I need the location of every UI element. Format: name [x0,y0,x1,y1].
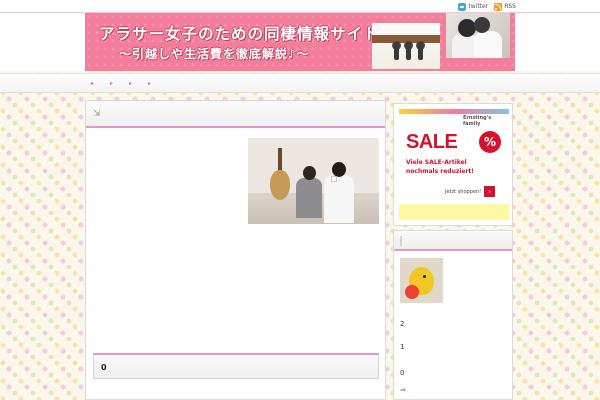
sidebar-number: 2 [400,320,405,328]
nav-item[interactable]: ▸ [107,79,116,88]
key-icon [418,42,423,60]
person-body [296,178,322,218]
nav-item[interactable]: ▸ [126,79,135,88]
ad-button-label: Jetzt shoppen! [445,188,482,195]
rss-icon [494,2,503,11]
chick-image[interactable] [400,258,443,303]
more-link-icon[interactable]: ⇒ [400,386,406,394]
chick-eye [423,275,426,278]
sidebar-ad-widget: Ernsting's family SALE % Viele SALE-Arti… [393,103,513,226]
ad-logo: Ernsting's family [463,115,492,127]
ad-banner[interactable]: Ernsting's family SALE % Viele SALE-Arti… [399,109,509,220]
comment-count: 0 [101,363,107,372]
sidebar-number: 1 [400,343,405,351]
rss-label: RSS [504,3,516,10]
keys-image [372,23,440,69]
key-icon [394,42,399,60]
divider-icon [400,236,402,246]
twitter-icon [458,2,467,11]
site-title: アラサー女子のための同棲情報サイト [99,25,380,43]
person-head [303,166,316,180]
person-head [458,19,476,37]
global-nav: ▸ ▸ ▸ ▸ [0,73,600,93]
person-body [324,175,354,223]
ad-sale-text: SALE [406,131,458,153]
nav-item[interactable]: ▸ [88,79,97,88]
guitar [270,170,290,200]
person-body [474,31,502,58]
sidebar-widget: 2 1 0 ⇒ [393,230,513,400]
nav-items: ▸ ▸ ▸ ▸ [88,79,154,88]
site-banner[interactable]: アラサー女子のための同棲情報サイト 〜引越しや生活費を徹底解説♪〜 [85,13,515,71]
chick-beak [405,285,419,299]
couple-image [446,13,510,58]
twitter-label: twitter [468,3,489,10]
site-subtitle: 〜引越しや生活費を徹底解説♪〜 [119,47,310,61]
comment-count-box: 0 [93,353,379,379]
twitter-link[interactable]: twitter [458,2,489,11]
expand-icon: ⇲ [93,109,101,119]
mug [331,176,337,182]
key-icon [406,42,411,60]
post-header: ⇲ [86,101,385,128]
widget-header [394,231,512,251]
ad-line-1: Viele SALE-Artikel [406,159,467,166]
rss-link[interactable]: RSS [494,2,516,11]
person-head [474,17,490,33]
post-image[interactable] [248,138,379,224]
ad-line-2: nochmals reduziert! [406,168,475,175]
percent-icon: % [479,131,501,153]
ad-color-bar [399,109,509,114]
sidebar-number: 0 [400,369,405,377]
ad-footer [399,204,509,220]
top-bar: twitter RSS [0,0,600,13]
main-content: ⇲ 0 [85,100,386,400]
nav-item[interactable]: ▸ [145,79,154,88]
person-head [332,162,346,177]
top-links: twitter RSS [458,1,516,12]
arrow-right-icon: › [484,186,496,197]
ad-shop-button[interactable]: Jetzt shoppen! › [445,186,496,197]
